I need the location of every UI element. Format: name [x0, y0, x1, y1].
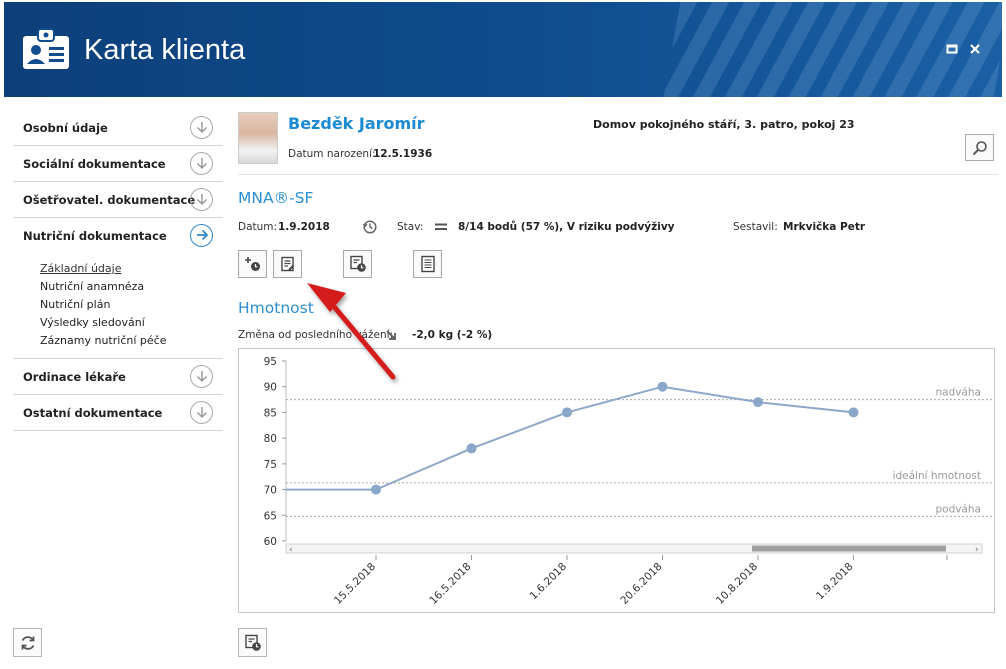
client-address: Domov pokojného stáří, 3. patro, pokoj 2…	[593, 118, 855, 131]
id-card-icon	[23, 28, 69, 69]
mna-date-label: Datum:	[238, 221, 278, 233]
history-button[interactable]	[238, 628, 267, 657]
chevron-down-icon[interactable]	[190, 116, 213, 139]
reference-label: nadváha	[936, 387, 982, 399]
weight-change-label: Změna od posledního vážení:	[238, 329, 394, 341]
equals-trend-icon	[435, 223, 447, 230]
scroll-left-arrow: ‹	[289, 545, 293, 555]
document-history-icon	[244, 634, 261, 651]
sidebar-subitem-zaznamy-nutricni-pece[interactable]: Záznamy nutriční péče	[40, 332, 223, 350]
add-clock-icon	[244, 257, 260, 271]
y-tick-label: 80	[264, 433, 277, 445]
refresh-icon	[21, 636, 34, 650]
y-tick-label: 75	[264, 459, 277, 471]
add-record-button[interactable]	[238, 250, 267, 278]
scroll-right-arrow: ›	[975, 545, 979, 555]
arrow-right-icon[interactable]	[190, 224, 213, 247]
maximize-icon[interactable]	[945, 42, 959, 56]
dob-label: Datum narození:	[288, 148, 376, 160]
chart-scrollbar-thumb	[752, 545, 946, 552]
sidebar-section-label: Nutriční dokumentace	[23, 229, 167, 243]
dob-value: 12.5.1936	[373, 148, 433, 160]
document-edit-icon	[280, 256, 294, 272]
sidebar: Osobní údaje Sociální dokumentace Ošetřo…	[13, 110, 223, 431]
sidebar-section-osobni-udaje[interactable]: Osobní údaje	[13, 110, 223, 146]
client-card-window: Karta klienta Osobní údaje Sociální doku…	[0, 0, 1006, 669]
data-point	[562, 407, 572, 418]
weight-chart: 60 65 70 75 80 85 90 95 nadváha ideální hmotnost p…	[238, 348, 995, 613]
edit-record-button[interactable]	[273, 250, 302, 278]
sidebar-section-ordinace-lekare[interactable]: Ordinace lékaře	[13, 359, 223, 395]
mna-author-label: Sestavil:	[733, 221, 778, 233]
close-icon[interactable]	[968, 42, 982, 56]
window-title: Karta klienta	[84, 34, 246, 66]
sidebar-subitem-zakladni-udaje[interactable]: Základní údaje	[40, 260, 223, 278]
x-tick-label: 20.6.2018	[618, 561, 664, 607]
sidebar-section-ostatni-dokumentace[interactable]: Ostatní dokumentace	[13, 395, 223, 431]
sidebar-section-label: Sociální dokumentace	[23, 157, 166, 171]
weight-change-value: -2,0 kg (-2 %)	[412, 329, 493, 341]
refresh-button[interactable]	[13, 628, 42, 657]
history-icon	[362, 220, 377, 234]
data-point	[371, 484, 381, 495]
header-divider	[238, 174, 998, 175]
y-tick-label: 60	[264, 536, 277, 548]
sidebar-section-label: Osobní údaje	[23, 121, 108, 135]
x-tick-label: 15.5.2018	[332, 561, 378, 607]
y-tick-label: 95	[264, 356, 277, 368]
chevron-down-icon[interactable]	[190, 188, 213, 211]
mna-status-value: 8/14 bodů (57 %), V riziku podvýživy	[458, 221, 675, 233]
client-name: Bezděk Jaromír	[288, 114, 425, 133]
sidebar-section-label: Ordinace lékaře	[23, 370, 126, 384]
y-tick-label: 85	[264, 407, 277, 419]
document-list-icon	[420, 255, 435, 273]
sidebar-section-osetrovatel-dokumentace[interactable]: Ošetřovatel. dokumentace	[13, 182, 223, 218]
mna-author-value: Mrkvička Petr	[783, 221, 866, 233]
y-tick-label: 65	[264, 510, 277, 522]
mna-date-value: 1.9.2018	[278, 221, 330, 233]
sidebar-subitems: Základní údaje Nutriční anamnéza Nutričn…	[13, 254, 223, 359]
x-tick-label: 1.9.2018	[814, 561, 856, 603]
y-tick-label: 70	[264, 485, 277, 497]
series-line	[375, 385, 854, 491]
reference-label: podváha	[936, 503, 982, 515]
weight-chart-svg: 60 65 70 75 80 85 90 95 nadváha ideální hmotnost p…	[264, 356, 992, 607]
data-point	[848, 407, 859, 418]
history-record-button[interactable]	[343, 250, 372, 278]
sidebar-section-nutricni-dokumentace[interactable]: Nutriční dokumentace	[13, 218, 223, 254]
chevron-down-icon[interactable]	[190, 152, 213, 175]
client-photo	[238, 112, 278, 164]
sidebar-section-socialni-dokumentace[interactable]: Sociální dokumentace	[13, 146, 223, 182]
sidebar-subitem-nutricni-plan[interactable]: Nutriční plán	[40, 296, 223, 314]
reference-label: ideální hmotnost	[893, 470, 981, 482]
search-icon	[972, 141, 987, 156]
sidebar-subitem-nutricni-anamneza[interactable]: Nutriční anamnéza	[40, 278, 223, 296]
search-button[interactable]	[965, 134, 994, 161]
sidebar-section-label: Ostatní dokumentace	[23, 406, 163, 420]
chevron-down-icon[interactable]	[190, 365, 213, 388]
window-header: Karta klienta	[4, 2, 1002, 97]
data-point	[657, 381, 668, 392]
mna-title: MNA®-SF	[238, 189, 314, 207]
chevron-down-icon[interactable]	[190, 401, 213, 424]
x-tick-label: 16.5.2018	[427, 561, 473, 607]
sidebar-subitem-vysledky-sledovani[interactable]: Výsledky sledování	[40, 314, 223, 332]
mna-status-label: Stav:	[397, 221, 424, 233]
trend-down-icon	[386, 330, 396, 340]
y-tick-label: 90	[264, 382, 277, 394]
print-record-button[interactable]	[413, 250, 442, 278]
data-point	[753, 397, 763, 408]
document-history-icon	[349, 255, 366, 272]
data-point	[466, 443, 477, 454]
sidebar-section-label: Ošetřovatel. dokumentace	[23, 193, 196, 207]
x-tick-label: 1.6.2018	[528, 561, 570, 603]
weight-title: Hmotnost	[238, 299, 314, 317]
x-tick-label: 10.8.2018	[714, 561, 760, 607]
